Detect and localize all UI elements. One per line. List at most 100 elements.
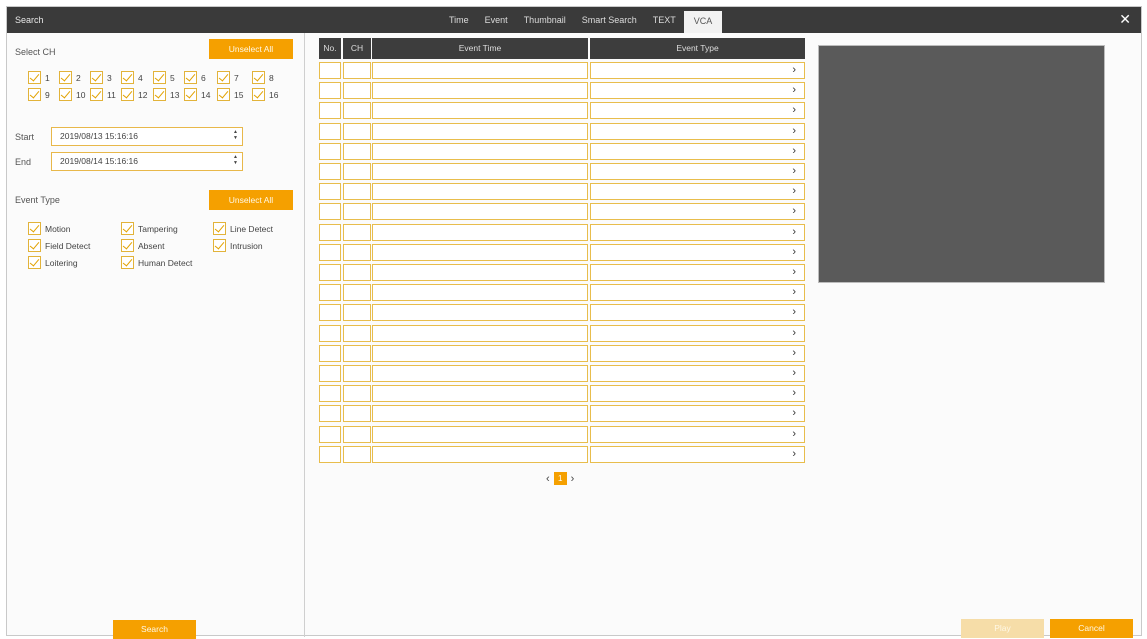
table-cell-no xyxy=(319,425,341,443)
table-cell-type[interactable]: › xyxy=(590,223,805,241)
check-icon xyxy=(217,71,230,84)
tab-vca[interactable]: VCA xyxy=(683,11,723,33)
table-cell-type[interactable]: › xyxy=(590,445,805,463)
channel-checkbox-9[interactable]: 9 xyxy=(28,88,50,101)
table-cell-time xyxy=(372,122,588,140)
tab-thumbnail[interactable]: Thumbnail xyxy=(516,7,574,33)
table-cell-no xyxy=(319,183,341,201)
chevron-right-icon[interactable]: › xyxy=(792,387,796,400)
event-checkbox-tampering[interactable]: Tampering xyxy=(121,222,178,235)
event-checkbox-line-detect[interactable]: Line Detect xyxy=(213,222,273,235)
channel-checkbox-4[interactable]: 4 xyxy=(121,71,143,84)
search-button[interactable]: Search xyxy=(113,620,196,639)
tab-event[interactable]: Event xyxy=(477,7,516,33)
chevron-right-icon[interactable]: › xyxy=(792,286,796,299)
channel-checkbox-1[interactable]: 1 xyxy=(28,71,50,84)
chevron-right-icon[interactable]: › xyxy=(792,104,796,117)
table-cell-type[interactable]: › xyxy=(590,102,805,120)
unselect-all-channels-button[interactable]: Unselect All xyxy=(209,39,293,59)
prev-page-icon[interactable]: ‹ xyxy=(542,473,554,485)
chevron-right-icon[interactable]: › xyxy=(792,145,796,158)
channel-checkbox-3[interactable]: 3 xyxy=(90,71,112,84)
channel-checkbox-6[interactable]: 6 xyxy=(184,71,206,84)
tab-time[interactable]: Time xyxy=(441,7,477,33)
chevron-right-icon[interactable]: › xyxy=(792,165,796,178)
table-cell-type[interactable]: › xyxy=(590,62,805,79)
start-time-spinner[interactable]: ▲ ▼ xyxy=(233,129,238,141)
filter-panel: Select CH Unselect All 1 2 3 4 5 6 7 8 9 10 11 12 13… xyxy=(7,33,305,639)
channel-checkbox-15[interactable]: 15 xyxy=(217,88,243,101)
chevron-right-icon[interactable]: › xyxy=(792,448,796,461)
tab-smart-search[interactable]: Smart Search xyxy=(574,7,645,33)
event-checkbox-human-detect[interactable]: Human Detect xyxy=(121,256,192,269)
next-page-icon[interactable]: › xyxy=(567,473,579,485)
chevron-right-icon[interactable]: › xyxy=(792,327,796,340)
chevron-right-icon[interactable]: › xyxy=(792,246,796,259)
table-cell-type[interactable]: › xyxy=(590,284,805,302)
chevron-right-icon[interactable]: › xyxy=(792,407,796,420)
table-cell-type[interactable]: › xyxy=(590,344,805,362)
table-cell-type[interactable]: › xyxy=(590,405,805,423)
channel-checkbox-7[interactable]: 7 xyxy=(217,71,239,84)
table-cell-type[interactable]: › xyxy=(590,365,805,382)
close-icon[interactable]: ✕ xyxy=(1119,12,1131,26)
table-cell-ch xyxy=(343,102,371,120)
table-cell-type[interactable]: › xyxy=(590,163,805,180)
table-cell-time xyxy=(372,385,588,403)
chevron-right-icon[interactable]: › xyxy=(792,266,796,279)
table-cell-type[interactable]: › xyxy=(590,82,805,100)
table-cell-type[interactable]: › xyxy=(590,425,805,443)
tab-text[interactable]: TEXT xyxy=(645,7,684,33)
channel-checkbox-13[interactable]: 13 xyxy=(153,88,179,101)
table-cell-type[interactable]: › xyxy=(590,304,805,322)
channel-checkbox-2[interactable]: 2 xyxy=(59,71,81,84)
channel-checkbox-12[interactable]: 12 xyxy=(121,88,147,101)
chevron-right-icon[interactable]: › xyxy=(792,226,796,239)
page-1-button[interactable]: 1 xyxy=(553,472,567,485)
chevron-right-icon[interactable]: › xyxy=(792,347,796,360)
cancel-button[interactable]: Cancel xyxy=(1050,619,1133,638)
end-time-field[interactable]: 2019/08/14 15:16:16 ▲ ▼ xyxy=(51,152,243,171)
checkbox-label: 10 xyxy=(76,89,86,100)
check-icon xyxy=(213,222,226,235)
channel-checkbox-14[interactable]: 14 xyxy=(184,88,210,101)
chevron-right-icon[interactable]: › xyxy=(792,84,796,97)
channel-checkbox-5[interactable]: 5 xyxy=(153,71,175,84)
table-cell-type[interactable]: › xyxy=(590,324,805,342)
play-button[interactable]: Play xyxy=(961,619,1044,638)
chevron-right-icon[interactable]: › xyxy=(792,64,796,77)
table-cell-type[interactable]: › xyxy=(590,243,805,261)
table-cell-type[interactable]: › xyxy=(590,142,805,160)
chevron-right-icon[interactable]: › xyxy=(792,306,796,319)
table-cell-ch xyxy=(343,324,371,342)
check-icon xyxy=(213,239,226,252)
checkbox-label: Field Detect xyxy=(45,240,91,251)
table-cell-time xyxy=(372,243,588,261)
channel-checkbox-8[interactable]: 8 xyxy=(252,71,274,84)
chevron-right-icon[interactable]: › xyxy=(792,185,796,198)
event-checkbox-intrusion[interactable]: Intrusion xyxy=(213,239,263,252)
event-type-label: Event Type xyxy=(15,195,60,205)
table-cell-type[interactable]: › xyxy=(590,203,805,221)
chevron-right-icon[interactable]: › xyxy=(792,205,796,218)
table-cell-type[interactable]: › xyxy=(590,183,805,201)
chevron-right-icon[interactable]: › xyxy=(792,125,796,138)
event-checkbox-loitering[interactable]: Loitering xyxy=(28,256,78,269)
checkbox-label: Motion xyxy=(45,223,71,234)
event-checkbox-field-detect[interactable]: Field Detect xyxy=(28,239,90,252)
unselect-all-events-button[interactable]: Unselect All xyxy=(209,190,293,210)
channel-checkbox-10[interactable]: 10 xyxy=(59,88,85,101)
chevron-right-icon[interactable]: › xyxy=(792,367,796,380)
table-cell-type[interactable]: › xyxy=(590,122,805,140)
checkbox-label: 6 xyxy=(201,72,206,83)
table-cell-type[interactable]: › xyxy=(590,264,805,281)
end-time-spinner[interactable]: ▲ ▼ xyxy=(233,154,238,166)
event-checkbox-motion[interactable]: Motion xyxy=(28,222,71,235)
table-cell-type[interactable]: › xyxy=(590,385,805,403)
channel-checkbox-11[interactable]: 11 xyxy=(90,88,116,101)
start-time-field[interactable]: 2019/08/13 15:16:16 ▲ ▼ xyxy=(51,127,243,146)
event-checkbox-absent[interactable]: Absent xyxy=(121,239,164,252)
check-icon xyxy=(184,88,197,101)
chevron-right-icon[interactable]: › xyxy=(792,428,796,441)
channel-checkbox-16[interactable]: 16 xyxy=(252,88,278,101)
